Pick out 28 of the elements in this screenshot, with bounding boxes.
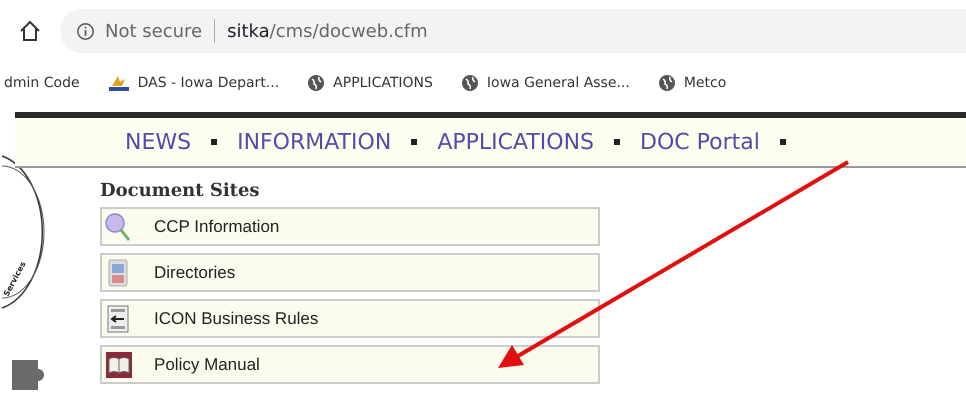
book-icon [104, 350, 134, 380]
separator-icon [411, 139, 418, 145]
home-icon[interactable] [18, 19, 42, 43]
bookmark[interactable]: DAS - Iowa Depart... [108, 74, 280, 92]
globe-icon [658, 74, 676, 92]
bookmark[interactable]: Iowa General Asse... [460, 74, 630, 92]
separator-icon [614, 139, 620, 145]
separator-icon [780, 139, 786, 145]
address-bar[interactable]: Not secure sitka/cms/docweb.cfm [60, 9, 966, 53]
security-label: Not secure [105, 20, 202, 42]
das-logo-icon [108, 74, 130, 92]
site-link[interactable]: Policy Manual [100, 345, 600, 384]
url-text[interactable]: sitka/cms/docweb.cfm [227, 20, 428, 42]
bookmark[interactable]: APPLICATIONS [307, 74, 433, 92]
bookmark[interactable]: dmin Code [4, 75, 80, 91]
separator-icon [211, 139, 218, 145]
nav-link[interactable]: APPLICATIONS [437, 130, 594, 154]
globe-icon [460, 74, 479, 92]
nav-link[interactable]: NEWS [125, 130, 192, 154]
site-link[interactable]: Directories [100, 253, 600, 292]
site-link[interactable]: ICON Business Rules [100, 299, 600, 338]
site-link[interactable]: CCP Information [100, 207, 600, 246]
globe-icon [307, 74, 326, 92]
bookmark[interactable]: Metco [658, 74, 726, 92]
info-icon[interactable] [76, 22, 95, 40]
section-title: Document Sites [100, 180, 261, 201]
nav-link[interactable]: DOC Portal [640, 130, 760, 154]
nav-link[interactable]: INFORMATION [237, 130, 392, 154]
